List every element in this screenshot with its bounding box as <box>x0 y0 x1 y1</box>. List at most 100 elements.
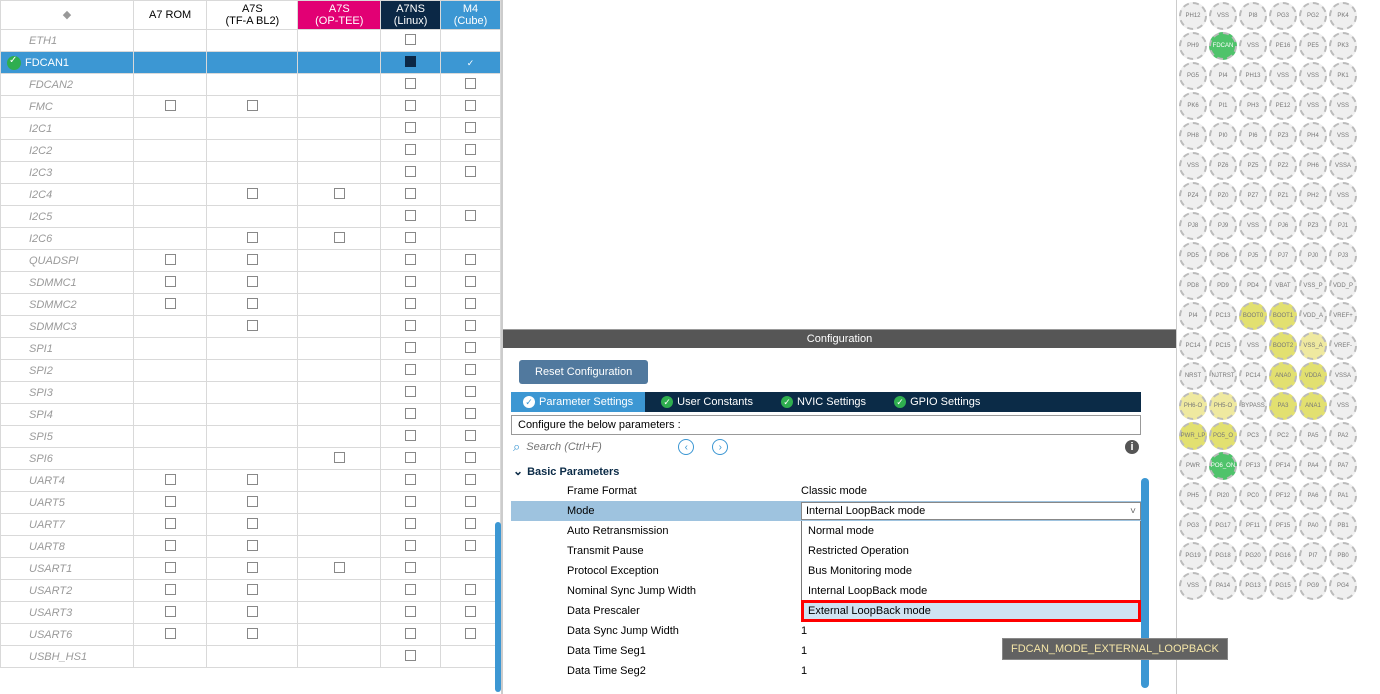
checkbox-cell[interactable] <box>207 96 298 118</box>
checkbox-cell[interactable] <box>298 602 381 624</box>
pin[interactable]: PZ5 <box>1239 152 1267 180</box>
checkbox-cell[interactable] <box>134 404 207 426</box>
pin[interactable]: PH8 <box>1179 122 1207 150</box>
checkbox-cell[interactable] <box>381 536 441 558</box>
pin[interactable]: PA5 <box>1299 422 1327 450</box>
search-input[interactable] <box>526 441 666 453</box>
pin[interactable]: PG19 <box>1179 542 1207 570</box>
checkbox-cell[interactable] <box>134 492 207 514</box>
pin[interactable]: PF12 <box>1269 482 1297 510</box>
pin[interactable]: VSS <box>1239 212 1267 240</box>
checkbox-cell[interactable] <box>441 646 501 668</box>
pin[interactable]: PF15 <box>1269 512 1297 540</box>
checkbox-cell[interactable] <box>134 602 207 624</box>
pin[interactable]: PH4 <box>1299 122 1327 150</box>
checkbox-cell[interactable] <box>134 52 207 74</box>
checkbox-cell[interactable] <box>381 558 441 580</box>
pin[interactable]: PF14 <box>1269 452 1297 480</box>
checkbox-cell[interactable] <box>298 118 381 140</box>
table-row[interactable]: I2C1 <box>1 118 501 140</box>
pin[interactable]: PA3 <box>1269 392 1297 420</box>
mode-dropdown[interactable]: Internal LoopBack mode˅ <box>801 502 1141 520</box>
dropdown-option[interactable]: Internal LoopBack mode <box>802 581 1140 601</box>
table-row[interactable]: SPI3 <box>1 382 501 404</box>
checkbox-cell[interactable] <box>207 470 298 492</box>
checkbox-cell[interactable] <box>207 118 298 140</box>
col-sort[interactable]: ◆ <box>1 1 134 30</box>
checkbox-cell[interactable] <box>207 294 298 316</box>
checkbox-cell[interactable] <box>207 382 298 404</box>
table-row[interactable]: I2C5 <box>1 206 501 228</box>
checkbox-cell[interactable] <box>207 646 298 668</box>
table-row[interactable]: USART1 <box>1 558 501 580</box>
checkbox-cell[interactable] <box>381 580 441 602</box>
pin[interactable]: PH6 <box>1299 152 1327 180</box>
checkbox-cell[interactable] <box>381 382 441 404</box>
pin[interactable]: PK4 <box>1329 2 1357 30</box>
checkbox-cell[interactable] <box>441 602 501 624</box>
pin[interactable]: PD8 <box>1179 272 1207 300</box>
checkbox-cell[interactable] <box>134 646 207 668</box>
col-a7s-bl2[interactable]: A7S(TF-A BL2) <box>207 1 298 30</box>
pin[interactable]: PJ9 <box>1209 212 1237 240</box>
checkbox-cell[interactable] <box>298 338 381 360</box>
checkbox-cell[interactable] <box>298 470 381 492</box>
checkbox-cell[interactable] <box>298 74 381 96</box>
checkbox-cell[interactable] <box>381 228 441 250</box>
pin[interactable]: VSS <box>1299 92 1327 120</box>
table-row[interactable]: SDMMC1 <box>1 272 501 294</box>
table-row[interactable]: SPI5 <box>1 426 501 448</box>
checkbox-cell[interactable] <box>441 206 501 228</box>
checkbox-cell[interactable] <box>207 602 298 624</box>
checkbox-cell[interactable] <box>441 250 501 272</box>
pin[interactable]: PJ3 <box>1329 242 1357 270</box>
checkbox-cell[interactable] <box>298 272 381 294</box>
config-tab[interactable]: ✓User Constants <box>649 392 765 412</box>
checkbox-cell[interactable] <box>298 228 381 250</box>
pin[interactable]: PH6-O <box>1179 392 1207 420</box>
checkbox-cell[interactable] <box>381 470 441 492</box>
table-row[interactable]: I2C3 <box>1 162 501 184</box>
checkbox-cell[interactable] <box>298 96 381 118</box>
table-row[interactable]: SPI4 <box>1 404 501 426</box>
table-row[interactable]: SPI2 <box>1 360 501 382</box>
table-row[interactable]: UART4 <box>1 470 501 492</box>
checkbox-cell[interactable] <box>441 140 501 162</box>
checkbox-cell[interactable] <box>441 580 501 602</box>
pin[interactable]: PC0 <box>1239 482 1267 510</box>
checkbox-cell[interactable] <box>298 426 381 448</box>
pin[interactable]: PI0 <box>1209 122 1237 150</box>
checkbox-cell[interactable] <box>441 426 501 448</box>
pin[interactable]: VSS <box>1299 62 1327 90</box>
pin[interactable]: PG3 <box>1179 512 1207 540</box>
dropdown-option[interactable]: External LoopBack mode <box>802 601 1140 621</box>
pin[interactable]: BOOT0 <box>1239 302 1267 330</box>
pin[interactable]: BYPASS <box>1239 392 1267 420</box>
checkbox-cell[interactable] <box>298 404 381 426</box>
config-tab[interactable]: ✓GPIO Settings <box>882 392 992 412</box>
pin[interactable]: PG2 <box>1299 2 1327 30</box>
table-row[interactable]: QUADSPI <box>1 250 501 272</box>
checkbox-cell[interactable] <box>381 316 441 338</box>
pin[interactable]: PG9 <box>1299 572 1327 600</box>
checkbox-cell[interactable] <box>134 316 207 338</box>
pin[interactable]: PJ6 <box>1269 212 1297 240</box>
pin[interactable]: ANA1 <box>1299 392 1327 420</box>
table-row[interactable]: SPI6 <box>1 448 501 470</box>
checkbox-cell[interactable] <box>134 294 207 316</box>
pin[interactable]: BOOT2 <box>1269 332 1297 360</box>
checkbox-cell[interactable] <box>381 602 441 624</box>
pin[interactable]: VSS <box>1239 32 1267 60</box>
checkbox-cell[interactable] <box>207 492 298 514</box>
table-row[interactable]: ETH1 <box>1 30 501 52</box>
pin[interactable]: PF11 <box>1239 512 1267 540</box>
pin[interactable]: PJ7 <box>1269 242 1297 270</box>
pin[interactable]: PH9 <box>1179 32 1207 60</box>
checkbox-cell[interactable] <box>298 316 381 338</box>
checkbox-cell[interactable] <box>207 272 298 294</box>
checkbox-cell[interactable] <box>134 514 207 536</box>
param-value[interactable]: Internal LoopBack mode˅ <box>801 502 1141 520</box>
pin[interactable]: PC2 <box>1269 422 1297 450</box>
checkbox-cell[interactable] <box>134 382 207 404</box>
checkbox-cell[interactable] <box>381 52 441 74</box>
